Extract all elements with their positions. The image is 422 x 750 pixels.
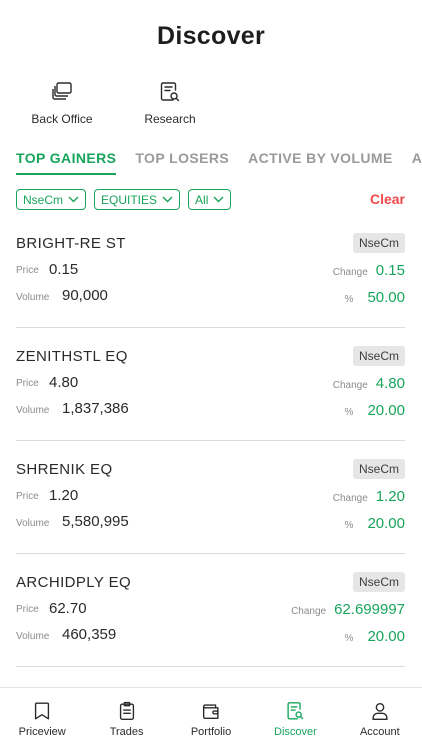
price-label: Price <box>16 491 39 502</box>
research-button[interactable]: Research <box>133 80 207 126</box>
change-value: 4.80 <box>375 375 405 392</box>
price-value: 62.70 <box>49 600 87 617</box>
volume-label: Volume <box>16 518 50 529</box>
exchange-filter-dropdown[interactable]: NseCm <box>16 189 87 210</box>
document-search-icon <box>287 702 304 720</box>
nav-priceview[interactable]: Priceview <box>0 688 84 750</box>
clear-filters-button[interactable]: Clear <box>370 191 405 207</box>
stacked-cards-icon <box>52 82 72 100</box>
volume-label: Volume <box>16 405 50 416</box>
percent-label: % <box>344 294 354 305</box>
tab-top-gainers[interactable]: TOP GAINERS <box>16 150 117 175</box>
stock-symbol: ZENITHSTL EQ <box>16 348 128 365</box>
percent-value: 20.00 <box>367 515 405 532</box>
nav-discover[interactable]: Discover <box>253 688 337 750</box>
change-value: 62.699997 <box>334 601 405 618</box>
price-value: 0.15 <box>49 261 79 278</box>
market-tabs: TOP GAINERS TOP LOSERS ACTIVE BY VOLUME … <box>16 150 422 175</box>
exchange-badge: NseCm <box>352 572 405 592</box>
percent-group: % 20.00 <box>345 515 405 532</box>
nav-portfolio[interactable]: Portfolio <box>169 688 253 750</box>
user-icon <box>372 702 388 720</box>
document-search-icon <box>160 82 180 102</box>
back-office-button[interactable]: Back Office <box>25 80 99 126</box>
volume-value: 90,000 <box>62 287 108 304</box>
volume-value: 1,837,386 <box>62 400 129 417</box>
volume-label: Volume <box>16 292 50 303</box>
price-label: Price <box>16 378 39 389</box>
nav-trades-label: Trades <box>109 726 144 738</box>
change-label: Change <box>332 380 368 391</box>
stock-row[interactable]: SHRENIK EQ NseCm Price 1.20 Volume 5,580… <box>16 441 405 554</box>
percent-value: 20.00 <box>367 628 405 645</box>
change-group: Change 1.20 <box>333 488 405 505</box>
chevron-down-icon <box>68 196 79 203</box>
percent-group: % 50.00 <box>345 289 405 306</box>
percent-label: % <box>344 520 354 531</box>
research-label: Research <box>144 112 196 126</box>
price-label: Price <box>16 604 39 615</box>
scope-filter-dropdown[interactable]: All <box>188 189 232 210</box>
stock-row[interactable]: ZENITHSTL EQ NseCm Price 4.80 Volume 1,8… <box>16 328 405 441</box>
change-label: Change <box>332 267 368 278</box>
stock-symbol: ARCHIDPLY EQ <box>16 574 132 591</box>
change-value: 0.15 <box>375 262 405 279</box>
back-office-label: Back Office <box>31 112 93 126</box>
stock-list: BRIGHT-RE ST NseCm Price 0.15 Volume 90,… <box>16 215 405 667</box>
nav-discover-label: Discover <box>274 726 317 738</box>
volume-value: 5,580,995 <box>62 513 129 530</box>
nav-account-label: Account <box>359 726 400 738</box>
percent-group: % 20.00 <box>345 402 405 419</box>
quick-links: Back Office Research <box>25 80 207 126</box>
nav-trades[interactable]: Trades <box>84 688 168 750</box>
clipboard-icon <box>119 701 134 720</box>
percent-label: % <box>344 407 354 418</box>
percent-value: 50.00 <box>367 289 405 306</box>
exchange-badge: NseCm <box>352 459 405 479</box>
page-title: Discover <box>156 22 265 50</box>
filter-bar: NseCm EQUITIES All <box>16 189 232 210</box>
segment-filter-dropdown[interactable]: EQUITIES <box>94 189 181 210</box>
price-value: 1.20 <box>49 487 79 504</box>
change-value: 1.20 <box>375 488 405 505</box>
percent-group: % 20.00 <box>345 628 405 645</box>
percent-label: % <box>344 633 354 644</box>
tab-active-by-volume[interactable]: ACTIVE BY VOLUME <box>248 150 393 175</box>
wallet-icon <box>202 704 219 720</box>
change-group: Change 0.15 <box>333 262 405 279</box>
price-label: Price <box>16 265 39 276</box>
change-group: Change 4.80 <box>333 375 405 392</box>
bookmark-icon <box>35 702 50 720</box>
exchange-filter-value: NseCm <box>23 192 64 207</box>
exchange-badge: NseCm <box>352 346 405 366</box>
nav-priceview-label: Priceview <box>18 726 66 738</box>
percent-value: 20.00 <box>367 402 405 419</box>
change-label: Change <box>291 606 327 617</box>
volume-value: 460,359 <box>62 626 117 643</box>
change-group: Change 62.699997 <box>291 601 405 618</box>
tab-overflow[interactable]: A <box>412 150 422 175</box>
exchange-badge: NseCm <box>352 233 405 253</box>
scope-filter-value: All <box>195 192 209 207</box>
stock-symbol: SHRENIK EQ <box>16 461 113 478</box>
bottom-nav: Priceview Trades Portfolio Discover Acco… <box>0 687 422 750</box>
volume-label: Volume <box>16 631 50 642</box>
stock-row[interactable]: BRIGHT-RE ST NseCm Price 0.15 Volume 90,… <box>16 215 405 328</box>
chevron-down-icon <box>162 196 173 203</box>
stock-row[interactable]: ARCHIDPLY EQ NseCm Price 62.70 Volume 46… <box>16 554 405 667</box>
nav-account[interactable]: Account <box>338 688 422 750</box>
stock-symbol: BRIGHT-RE ST <box>16 235 126 252</box>
tab-top-losers[interactable]: TOP LOSERS <box>135 150 229 175</box>
change-label: Change <box>332 493 368 504</box>
price-value: 4.80 <box>49 374 79 391</box>
chevron-down-icon <box>213 196 224 203</box>
nav-portfolio-label: Portfolio <box>190 726 232 738</box>
segment-filter-value: EQUITIES <box>101 192 158 207</box>
